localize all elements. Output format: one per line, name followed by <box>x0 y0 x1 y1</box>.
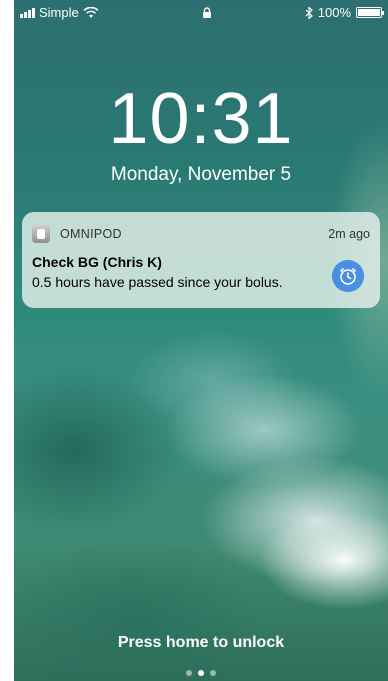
status-left: Simple <box>20 5 99 20</box>
signal-icon <box>20 7 35 18</box>
page-dot-active <box>198 670 204 676</box>
status-right: 100% <box>305 5 384 20</box>
clock-time: 10:31 <box>108 79 294 159</box>
unlock-hint: Press home to unlock <box>117 634 285 651</box>
lock-icon <box>203 7 211 18</box>
status-bar: Simple 100% <box>14 0 388 22</box>
notification-header: OMNIPOD 2m ago <box>32 224 370 244</box>
battery-icon <box>356 7 384 18</box>
omnipod-app-icon <box>32 225 50 243</box>
page-dot <box>210 670 216 676</box>
notification-body: 0.5 hours have passed since your bolus. <box>32 274 283 290</box>
page-dot <box>186 670 192 676</box>
notification-app-name: OMNIPOD <box>60 227 122 241</box>
clock-date: Monday, November 5 <box>110 164 292 185</box>
page-indicator <box>14 670 388 676</box>
bluetooth-icon <box>305 6 313 19</box>
notification-title: Check BG (Chris K) <box>32 254 162 270</box>
lock-screen: Simple 100% 10:31 Monday, November 5 OMN… <box>14 0 388 681</box>
notification-card[interactable]: OMNIPOD 2m ago Check BG (Chris K) 0.5 ho… <box>22 212 380 308</box>
carrier-name: Simple <box>39 5 79 20</box>
alarm-clock-icon <box>332 260 364 292</box>
notification-time: 2m ago <box>328 227 370 241</box>
battery-percent: 100% <box>317 5 351 20</box>
wifi-icon <box>83 6 99 18</box>
